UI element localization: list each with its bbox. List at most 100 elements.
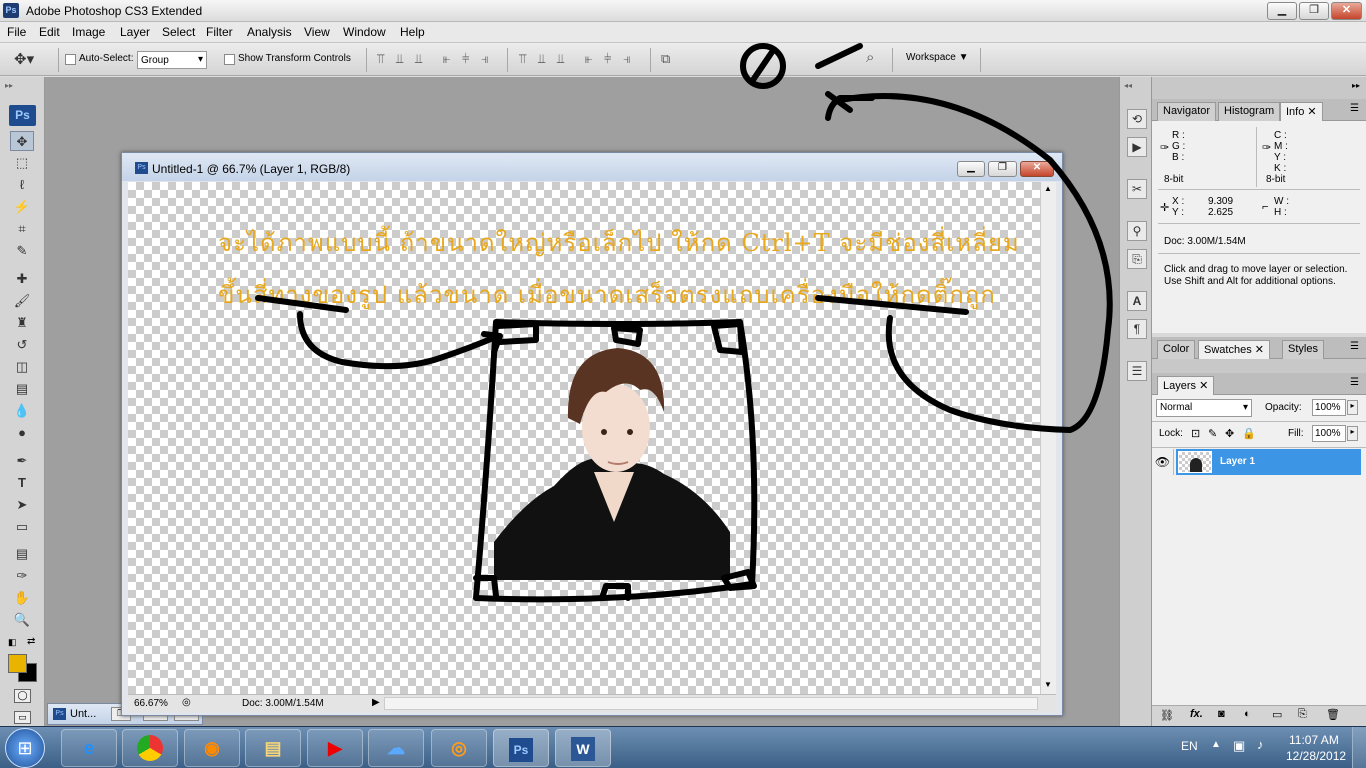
- layer-thumbnail: [1178, 451, 1212, 473]
- layers-footer: ⛓ fx. ◙ ◐ ▭ ⎘ 🗑: [1152, 705, 1366, 726]
- w-label: W :: [1274, 196, 1289, 207]
- opacity-input[interactable]: 100%: [1312, 399, 1346, 416]
- thumbnail-figure: [1190, 458, 1202, 472]
- cmyk-y-label: Y :: [1274, 152, 1287, 163]
- y-value: 2.625: [1208, 207, 1234, 218]
- panel-dock: ◂◂ ⟲ ▶ ✂ ⚲ ⎘ A ¶ ☰: [1119, 77, 1152, 726]
- firefox-icon[interactable]: ◉: [184, 729, 240, 767]
- color-panel-tabs: Color Swatches ✕ Styles ☰: [1152, 337, 1366, 359]
- show-hidden-icons-icon[interactable]: ▲: [1211, 739, 1221, 750]
- close-icon[interactable]: ✕: [1255, 344, 1264, 356]
- explorer-folder-icon[interactable]: ▤: [245, 729, 301, 767]
- tab-navigator[interactable]: Navigator: [1157, 102, 1217, 121]
- skydrive-icon[interactable]: ☁: [368, 729, 424, 767]
- clone-source-icon[interactable]: ⎘: [1127, 249, 1147, 269]
- divider: [1152, 421, 1366, 422]
- panels-column: ▸▸ Navigator Histogram Info ✕ ☰ ✑ R : G …: [1152, 77, 1366, 726]
- brushes-panel-icon[interactable]: ⚲: [1127, 221, 1147, 241]
- tab-color[interactable]: Color: [1157, 340, 1196, 359]
- taskbar: ⊞ e ◉ ▤ ▶ ☁ ◎ Ps W EN ▲ ▣ ♪ 11:07 AM 12/…: [0, 726, 1366, 768]
- internet-explorer-icon[interactable]: e: [61, 729, 117, 767]
- collapse-icon[interactable]: ▸▸: [1352, 81, 1360, 90]
- expand-icon[interactable]: ◂◂: [1124, 81, 1132, 90]
- history-panel-icon[interactable]: ⟲: [1127, 109, 1147, 129]
- layers-panel: Normal ▾ Opacity: 100% ▸ Lock: ⊡ ✎ ✥ 🔒 Fi…: [1152, 395, 1366, 726]
- lock-transparent-icon[interactable]: ⊡: [1191, 427, 1200, 440]
- y-label: Y :: [1172, 207, 1185, 218]
- lock-all-icon[interactable]: 🔒: [1242, 427, 1256, 440]
- layer-style-icon[interactable]: fx.: [1190, 708, 1203, 720]
- paragraph-panel-icon[interactable]: ¶: [1127, 319, 1147, 339]
- annotation-handle: [711, 321, 745, 355]
- actions-panel-icon[interactable]: ▶: [1127, 137, 1147, 157]
- delete-layer-icon[interactable]: 🗑: [1326, 708, 1340, 721]
- info-help-text: Click and drag to move layer or selectio…: [1164, 264, 1348, 287]
- layer-mask-icon[interactable]: ◙: [1218, 708, 1225, 720]
- opacity-label: Opacity:: [1265, 402, 1302, 413]
- blend-mode-value: Normal: [1160, 402, 1193, 413]
- tool-presets-icon[interactable]: ✂: [1127, 179, 1147, 199]
- tab-swatches[interactable]: Swatches ✕: [1198, 340, 1270, 359]
- eyedropper-icon: ✑: [1160, 142, 1170, 154]
- divider: [1158, 223, 1360, 224]
- youtube-icon[interactable]: ▶: [307, 729, 363, 767]
- blend-mode-dropdown[interactable]: Normal ▾: [1156, 399, 1252, 417]
- chrome-icon[interactable]: [122, 729, 178, 767]
- show-desktop-button[interactable]: [1352, 727, 1366, 768]
- fill-label: Fill:: [1288, 428, 1304, 439]
- annotation-handle: [721, 569, 757, 591]
- new-layer-icon[interactable]: ⎘: [1298, 708, 1307, 721]
- layer-comps-icon[interactable]: ☰: [1127, 361, 1147, 381]
- layer-name: Layer 1: [1220, 456, 1256, 467]
- panel-menu-icon[interactable]: ☰: [1350, 377, 1359, 388]
- info-doc-size: Doc: 3.00M/1.54M: [1164, 236, 1246, 247]
- eyedropper-icon: ✑: [1262, 142, 1272, 154]
- visibility-eye-icon[interactable]: 👁: [1152, 449, 1174, 475]
- tab-info-label: Info: [1286, 106, 1305, 118]
- clock-date[interactable]: 12/28/2012: [1286, 749, 1346, 763]
- x-label: X :: [1172, 196, 1185, 207]
- divider: [1256, 127, 1257, 187]
- layer-row[interactable]: Layer 1: [1176, 449, 1361, 475]
- gom-player-icon[interactable]: ◎: [431, 729, 487, 767]
- word-taskbar-icon[interactable]: W: [555, 729, 611, 767]
- cmyk-c-label: C :: [1274, 130, 1287, 141]
- annotation-box: [473, 319, 758, 603]
- photoshop-taskbar-icon[interactable]: Ps: [493, 729, 549, 767]
- clock-time[interactable]: 11:07 AM: [1289, 733, 1339, 747]
- annotation-stroke: [750, 49, 775, 83]
- panel-separator: [1152, 359, 1366, 373]
- divider: [1158, 253, 1360, 254]
- layers-panel-tabs: Layers ✕ ☰: [1152, 373, 1366, 395]
- character-panel-icon[interactable]: A: [1127, 291, 1147, 311]
- network-icon[interactable]: ▣: [1233, 738, 1245, 754]
- rgb-g-label: G :: [1172, 141, 1186, 152]
- tab-styles[interactable]: Styles: [1282, 340, 1324, 359]
- fill-input[interactable]: 100%: [1312, 425, 1346, 442]
- tab-histogram[interactable]: Histogram: [1218, 102, 1281, 121]
- opacity-slider-arrow-icon[interactable]: ▸: [1347, 400, 1358, 415]
- crosshair-icon: ✛: [1160, 202, 1170, 214]
- link-layers-icon[interactable]: ⛓: [1160, 709, 1174, 722]
- cmyk-m-label: M :: [1274, 141, 1288, 152]
- bit-depth-left: 8-bit: [1164, 174, 1184, 185]
- annotation-handle: [611, 325, 643, 347]
- start-button[interactable]: ⊞: [5, 728, 45, 768]
- new-group-icon[interactable]: ▭: [1272, 708, 1282, 721]
- language-indicator[interactable]: EN: [1181, 739, 1198, 753]
- close-icon[interactable]: ✕: [1199, 380, 1208, 392]
- tab-layers[interactable]: Layers ✕: [1157, 376, 1215, 395]
- lock-label: Lock:: [1159, 428, 1183, 439]
- volume-icon[interactable]: ♪: [1257, 737, 1264, 752]
- fill-slider-arrow-icon[interactable]: ▸: [1347, 426, 1358, 441]
- panel-menu-icon[interactable]: ☰: [1350, 103, 1359, 114]
- tab-swatches-label: Swatches: [1204, 344, 1252, 356]
- h-label: H :: [1274, 207, 1287, 218]
- panel-menu-icon[interactable]: ☰: [1350, 341, 1359, 352]
- adjustment-layer-icon[interactable]: ◐: [1244, 708, 1251, 720]
- lock-position-icon[interactable]: ✥: [1225, 427, 1234, 440]
- tab-info[interactable]: Info ✕: [1280, 102, 1323, 121]
- close-icon[interactable]: ✕: [1307, 106, 1316, 118]
- lock-image-icon[interactable]: ✎: [1208, 427, 1217, 440]
- tab-layers-label: Layers: [1163, 380, 1197, 392]
